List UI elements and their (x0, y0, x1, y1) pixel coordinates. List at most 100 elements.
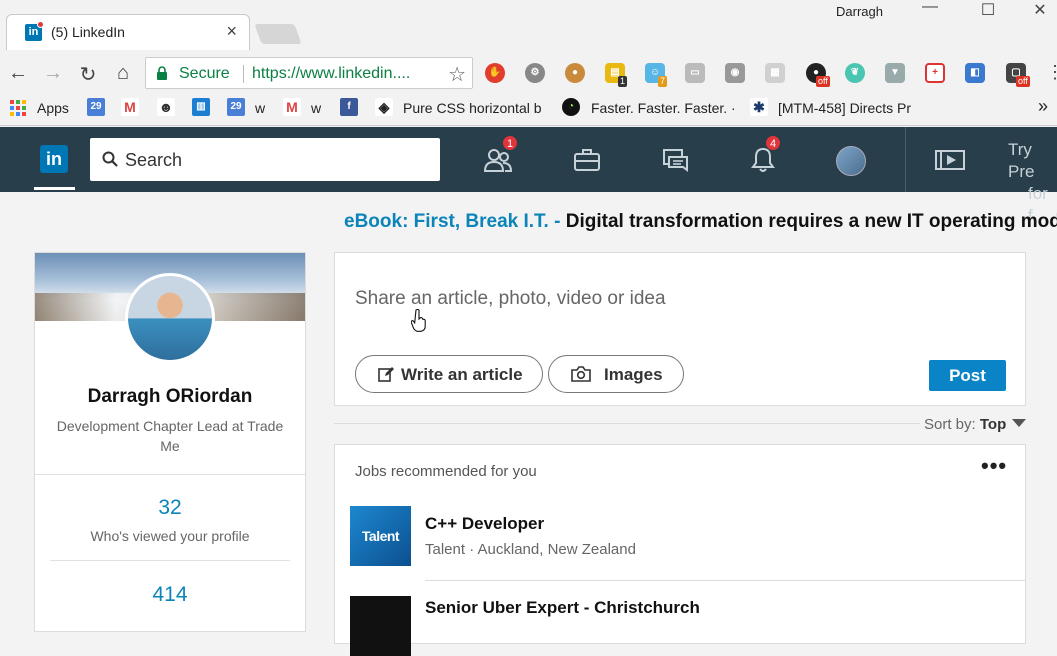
extension-badge: off (1016, 76, 1030, 87)
url-text[interactable]: https://www.linkedin.... (252, 65, 410, 83)
vue-extension-icon[interactable]: ▼ (885, 63, 905, 83)
messaging-icon[interactable] (661, 145, 691, 175)
profile-name-label[interactable]: Darragh (836, 4, 883, 19)
share-box: Share an article, photo, video or idea W… (334, 252, 1026, 406)
minimize-icon[interactable]: — (910, 0, 950, 16)
calendar-bookmark-icon-2[interactable]: 29 (227, 98, 245, 116)
gmail-bookmark-icon-2[interactable]: M (283, 98, 301, 116)
camera-extension-icon[interactable]: ◉ (725, 63, 745, 83)
me-avatar[interactable] (836, 146, 866, 176)
extension-badge: 1 (618, 76, 628, 87)
bookmark-mtm[interactable]: [MTM-458] Directs Pr (778, 100, 911, 116)
gmail-bookmark-icon[interactable]: M (121, 98, 139, 116)
tab-title: (5) LinkedIn (51, 24, 125, 40)
search-icon (102, 151, 118, 167)
medical-extension-icon[interactable]: + (925, 63, 945, 83)
search-placeholder: Search (125, 150, 183, 170)
sort-label: Sort by: (924, 416, 976, 433)
bookmark-apps[interactable]: Apps (37, 100, 69, 116)
settings-extension-icon[interactable]: ⚙ (525, 63, 545, 83)
extension-badge: 7 (658, 76, 668, 87)
write-article-label: Write an article (401, 365, 523, 384)
caret-down-icon (1012, 419, 1027, 427)
stats-divider (50, 560, 290, 561)
trello-bookmark-icon[interactable]: ▥ (192, 98, 210, 116)
calendar-bookmark-icon[interactable]: 29 (87, 98, 105, 116)
learning-video-icon[interactable] (935, 145, 965, 175)
screen-extension-icon[interactable]: ▭ (685, 63, 705, 83)
dev-extension-icon[interactable]: ◧ (965, 63, 985, 83)
share-prompt-input[interactable]: Share an article, photo, video or idea (355, 288, 666, 310)
codepen-bookmark-icon[interactable]: ◈ (375, 98, 393, 116)
profile-second-count[interactable]: 414 (35, 583, 305, 607)
secure-label: Secure (179, 65, 230, 82)
talent-company-logo[interactable]: Talent (350, 506, 411, 566)
tab-close-button[interactable]: × (226, 21, 237, 42)
job-title[interactable]: C++ Developer (425, 514, 544, 534)
ad-link[interactable]: eBook: First, Break I.T. - (344, 211, 560, 232)
profile-headline: Development Chapter Lead at Trade Me (56, 418, 284, 454)
menu-dots-icon[interactable]: ⋮ (1043, 62, 1057, 83)
jobs-briefcase-icon[interactable] (572, 145, 602, 175)
forward-icon[interactable]: → (41, 62, 65, 85)
try-premium-line1: Try Pre (1008, 140, 1035, 181)
bookmarks-overflow-icon[interactable]: » (1038, 96, 1048, 117)
linkedin-navbar: in Search 1 4 Try Pre for f (0, 127, 1057, 225)
reddit-bookmark-icon[interactable]: ☻ (157, 98, 175, 116)
post-button[interactable]: Post (929, 360, 1006, 391)
new-tab-button[interactable] (254, 24, 302, 44)
network-badge: 1 (502, 135, 518, 151)
jira-bookmark-icon[interactable]: ✱ (750, 98, 768, 116)
leaf-extension-icon[interactable]: ❦ (845, 63, 865, 83)
bookmark-star-icon[interactable]: ☆ (448, 62, 466, 87)
sort-value: Top (979, 416, 1007, 433)
more-options-icon[interactable]: ••• (981, 455, 1007, 477)
extension-badge: off (816, 76, 830, 87)
home-icon[interactable]: ⌂ (111, 62, 135, 85)
hand-cursor-icon (411, 308, 426, 332)
sponsored-ad[interactable]: eBook: First, Break I.T. - Digital trans… (344, 211, 1057, 233)
profile-name[interactable]: Darragh ORiordan (35, 386, 305, 408)
images-button[interactable]: Images (548, 355, 684, 393)
profile-divider (35, 474, 305, 475)
profile-views-label[interactable]: Who's viewed your profile (35, 528, 305, 544)
sort-dropdown[interactable]: Sort by: Top (920, 416, 1027, 433)
ad-text: Digital transformation requires a new IT… (560, 211, 1057, 232)
active-nav-indicator (34, 187, 75, 190)
bookmark-pure-css[interactable]: Pure CSS horizontal b (403, 100, 542, 116)
cookie-extension-icon[interactable]: ● (565, 63, 585, 83)
linkedin-logo-icon[interactable]: in (40, 145, 68, 173)
browser-titlebar: in (5) LinkedIn × Darragh — ☐ ✕ (0, 0, 1057, 56)
camera-icon (571, 366, 591, 382)
uber-company-logo[interactable] (350, 596, 411, 656)
speed-bookmark-icon[interactable]: ◔ (562, 98, 580, 116)
address-bar[interactable]: Secure https://www.linkedin.... ☆ (145, 57, 473, 89)
jobs-title: Jobs recommended for you (355, 463, 537, 480)
images-label: Images (604, 365, 663, 384)
close-window-icon[interactable]: ✕ (1020, 0, 1057, 20)
job-title-2[interactable]: Senior Uber Expert - Christchurch (425, 598, 700, 618)
omnibox-separator (243, 65, 244, 83)
bookmark-w1[interactable]: w (255, 100, 265, 116)
facebook-bookmark-icon[interactable]: f (340, 98, 358, 116)
edit-icon (378, 367, 394, 382)
profile-card: Darragh ORiordan Development Chapter Lea… (34, 252, 306, 632)
profile-views-count[interactable]: 32 (35, 496, 305, 520)
browser-toolbar: ← → ↻ ⌂ Secure https://www.linkedin.... … (0, 56, 1057, 92)
bookmarks-bar: Apps 29 M ☻ ▥ 29 w M w f ◈ Pure CSS hori… (0, 92, 1057, 126)
bookmark-w2[interactable]: w (311, 100, 321, 116)
notifications-badge: 4 (765, 135, 781, 151)
grid-extension-icon[interactable]: ▦ (765, 63, 785, 83)
job-divider (425, 580, 1025, 581)
maximize-icon[interactable]: ☐ (968, 0, 1008, 20)
profile-avatar[interactable] (125, 273, 215, 363)
search-input[interactable]: Search (90, 138, 440, 181)
reload-icon[interactable]: ↻ (76, 62, 100, 87)
browser-tab[interactable]: in (5) LinkedIn × (6, 14, 250, 50)
job-company-location: Talent · Auckland, New Zealand (425, 541, 636, 558)
jobs-card: Jobs recommended for you ••• Talent C++ … (334, 444, 1026, 656)
back-icon[interactable]: ← (6, 62, 30, 85)
write-article-button[interactable]: Write an article (355, 355, 543, 393)
adblock-extension-icon[interactable]: ✋ (485, 63, 505, 83)
bookmark-faster[interactable]: Faster. Faster. Faster. · (591, 100, 736, 116)
